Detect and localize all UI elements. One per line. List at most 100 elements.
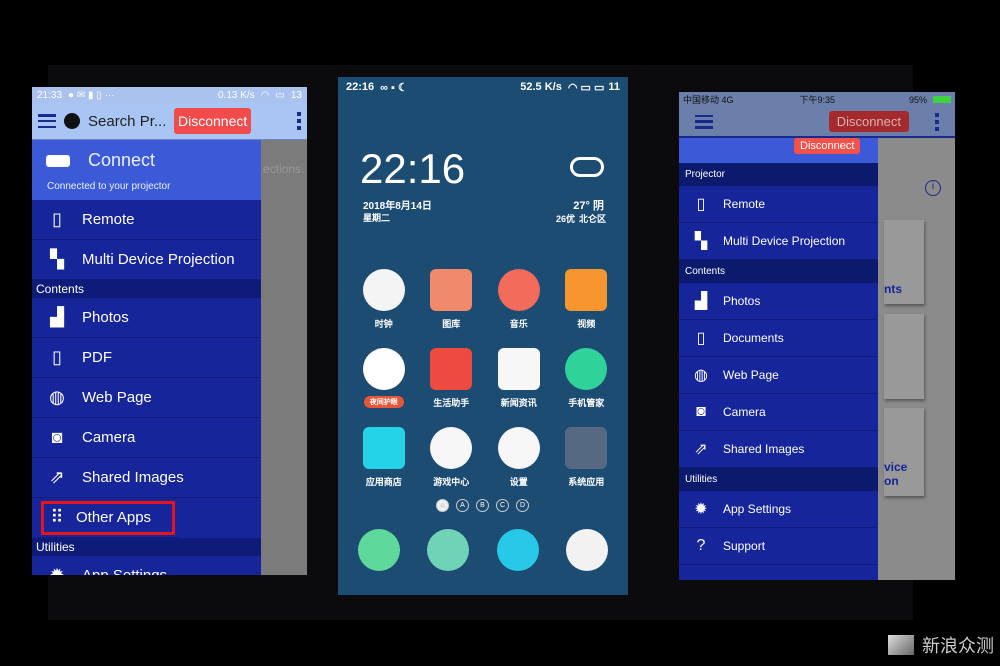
menu-item-multi-device-projection[interactable]: ▚ Multi Device Projection — [32, 240, 261, 280]
page-indicator-dot[interactable]: A — [456, 499, 469, 512]
navigation-drawer: Disconnect Projector ▯ Remote ▚ Multi Device… — [679, 138, 878, 580]
app-icon-8[interactable]: 应用商店 — [350, 427, 418, 488]
app-icon-6[interactable]: 新闻资讯 — [485, 348, 553, 409]
more-options-icon[interactable] — [935, 112, 939, 131]
menu-item-support[interactable]: ? Support — [679, 528, 878, 565]
drawer-disconnect-button[interactable]: Disconnect — [794, 138, 861, 154]
disconnect-button[interactable]: Disconnect — [174, 108, 252, 134]
menu-item-app-settings[interactable]: ✹ App Settings — [679, 491, 878, 528]
watermark-text: 新浪众测 — [922, 636, 994, 656]
menu-item-label: App Settings — [723, 502, 792, 516]
shared-images-icon: ⇗ — [49, 467, 65, 487]
home-date: 2018年8月14日 — [363, 201, 432, 212]
middle-phone-home-screen: 22:16 ∞ ▪ ☾ 52.5 K/s ◠ ▭ ▭ 11 22:16 2018… — [338, 77, 628, 595]
menu-item-label: Multi Device Projection — [82, 251, 235, 268]
page-indicator-dot[interactable]: B — [476, 499, 489, 512]
toolbar-title[interactable]: Search Pr... — [88, 113, 166, 130]
app-glyph-icon — [497, 348, 540, 390]
app-icon-3[interactable]: 视频 — [553, 269, 621, 330]
menu-item-label: Camera — [82, 429, 136, 446]
camera-icon: ◙ — [696, 403, 706, 420]
menu-item-documents[interactable]: ▯ Documents — [679, 320, 878, 357]
browser-app-icon[interactable] — [496, 529, 539, 571]
weather-location: 北仑区 — [578, 214, 606, 224]
menu-item-shared-images[interactable]: ⇗ Shared Images — [32, 458, 261, 498]
app-label: 手机管家 — [568, 398, 605, 408]
help-icon: ? — [696, 537, 706, 554]
background-text: ections. — [263, 162, 305, 176]
app-badge: 夜间护眼 — [363, 396, 404, 408]
app-glyph-icon — [362, 269, 405, 311]
menu-item-label: Photos — [82, 309, 129, 326]
app-icon-5[interactable]: 生活助手 — [418, 348, 486, 409]
menu-item-camera[interactable]: ◙ Camera — [679, 394, 878, 431]
network-speed: 52.5 K/s — [520, 81, 562, 93]
menu-item-shared-images[interactable]: ⇗ Shared Images — [679, 431, 878, 468]
menu-item-label: PDF — [82, 349, 112, 366]
document-icon: ▯ — [696, 330, 706, 347]
section-header-utilities: Utilities — [32, 538, 261, 556]
menu-item-app-settings[interactable]: ✹ App Settings — [32, 556, 261, 575]
app-icon-11[interactable]: 系统应用 — [553, 427, 621, 488]
menu-item-web-page[interactable]: ◍ Web Page — [32, 378, 261, 418]
page-indicator-dot[interactable]: D — [516, 499, 529, 512]
app-icon-7[interactable]: 手机管家 — [553, 348, 621, 409]
menu-icon[interactable] — [695, 114, 713, 129]
battery-level: 13 — [290, 89, 302, 101]
app-icon-10[interactable]: 设置 — [485, 427, 553, 488]
menu-item-photos[interactable]: ▟ Photos — [32, 298, 261, 338]
app-label: 游戏中心 — [433, 477, 470, 487]
menu-item-other-apps[interactable]: ⠿ Other Apps — [38, 498, 178, 538]
app-label: 系统应用 — [568, 477, 605, 487]
battery-icon: ▭ — [275, 89, 285, 101]
air-quality: 26优 — [555, 214, 575, 224]
app-glyph-icon — [430, 348, 473, 390]
menu-item-label: Support — [723, 539, 766, 553]
connect-header[interactable]: Connect Connected to your projector — [32, 140, 261, 200]
gear-icon: ✹ — [49, 565, 65, 575]
app-label: 时钟 — [374, 319, 393, 329]
app-label: 图库 — [442, 319, 461, 329]
app-icon-0[interactable]: 时钟 — [350, 269, 418, 330]
camera-app-icon[interactable] — [565, 529, 608, 571]
remote-icon: ▯ — [52, 209, 62, 229]
remote-icon: ▯ — [696, 196, 706, 213]
menu-item-label: Camera — [723, 405, 766, 419]
menu-item-multi-device-projection[interactable]: ▚ Multi Device Projection — [679, 223, 878, 260]
page-indicator-dot[interactable]: ⌂ — [436, 499, 449, 512]
gear-icon: ✹ — [694, 501, 708, 518]
menu-item-remote[interactable]: ▯ Remote — [32, 200, 261, 240]
menu-item-photos[interactable]: ▟ Photos — [679, 283, 878, 320]
search-projector-icon — [64, 113, 80, 129]
app-glyph-icon — [430, 269, 473, 311]
menu-icon[interactable] — [38, 114, 56, 128]
documents-card[interactable]: nts — [884, 220, 924, 304]
messages-app-icon[interactable] — [427, 529, 470, 571]
phone-app-icon[interactable] — [358, 529, 400, 571]
cloud-icon — [570, 157, 604, 177]
menu-item-pdf[interactable]: ▯ PDF — [32, 338, 261, 378]
section-header-utilities: Utilities — [679, 468, 878, 491]
navigation-drawer: Connect Connected to your projector ▯ Rem… — [32, 140, 261, 575]
menu-item-remote[interactable]: ▯ Remote — [679, 186, 878, 223]
more-options-icon[interactable] — [297, 112, 301, 130]
menu-item-camera[interactable]: ◙ Camera — [32, 418, 261, 458]
page-indicator-dot[interactable]: C — [496, 499, 509, 512]
app-label: 音乐 — [509, 319, 528, 329]
menu-item-web-page[interactable]: ◍ Web Page — [679, 357, 878, 394]
section-header-projector: Projector — [679, 163, 878, 186]
app-icon-2[interactable]: 音乐 — [485, 269, 553, 330]
status-time: 21:33 — [37, 89, 63, 101]
disconnect-button[interactable]: Disconnect — [828, 111, 909, 132]
app-icon-4[interactable]: 夜间护眼 — [350, 348, 418, 409]
camera-card[interactable] — [884, 314, 924, 399]
app-label: 设置 — [509, 477, 528, 487]
app-glyph-icon — [362, 348, 405, 390]
notification-icons: ● ✉ ▮ ▯ ··· — [68, 89, 115, 101]
info-icon[interactable]: i — [925, 180, 941, 196]
app-icon-1[interactable]: 图库 — [418, 269, 486, 330]
menu-item-label: Documents — [723, 331, 784, 345]
app-icon-9[interactable]: 游戏中心 — [418, 427, 486, 488]
home-clock[interactable]: 22:16 — [360, 145, 465, 193]
multi-device-card[interactable]: vice on — [884, 408, 924, 496]
